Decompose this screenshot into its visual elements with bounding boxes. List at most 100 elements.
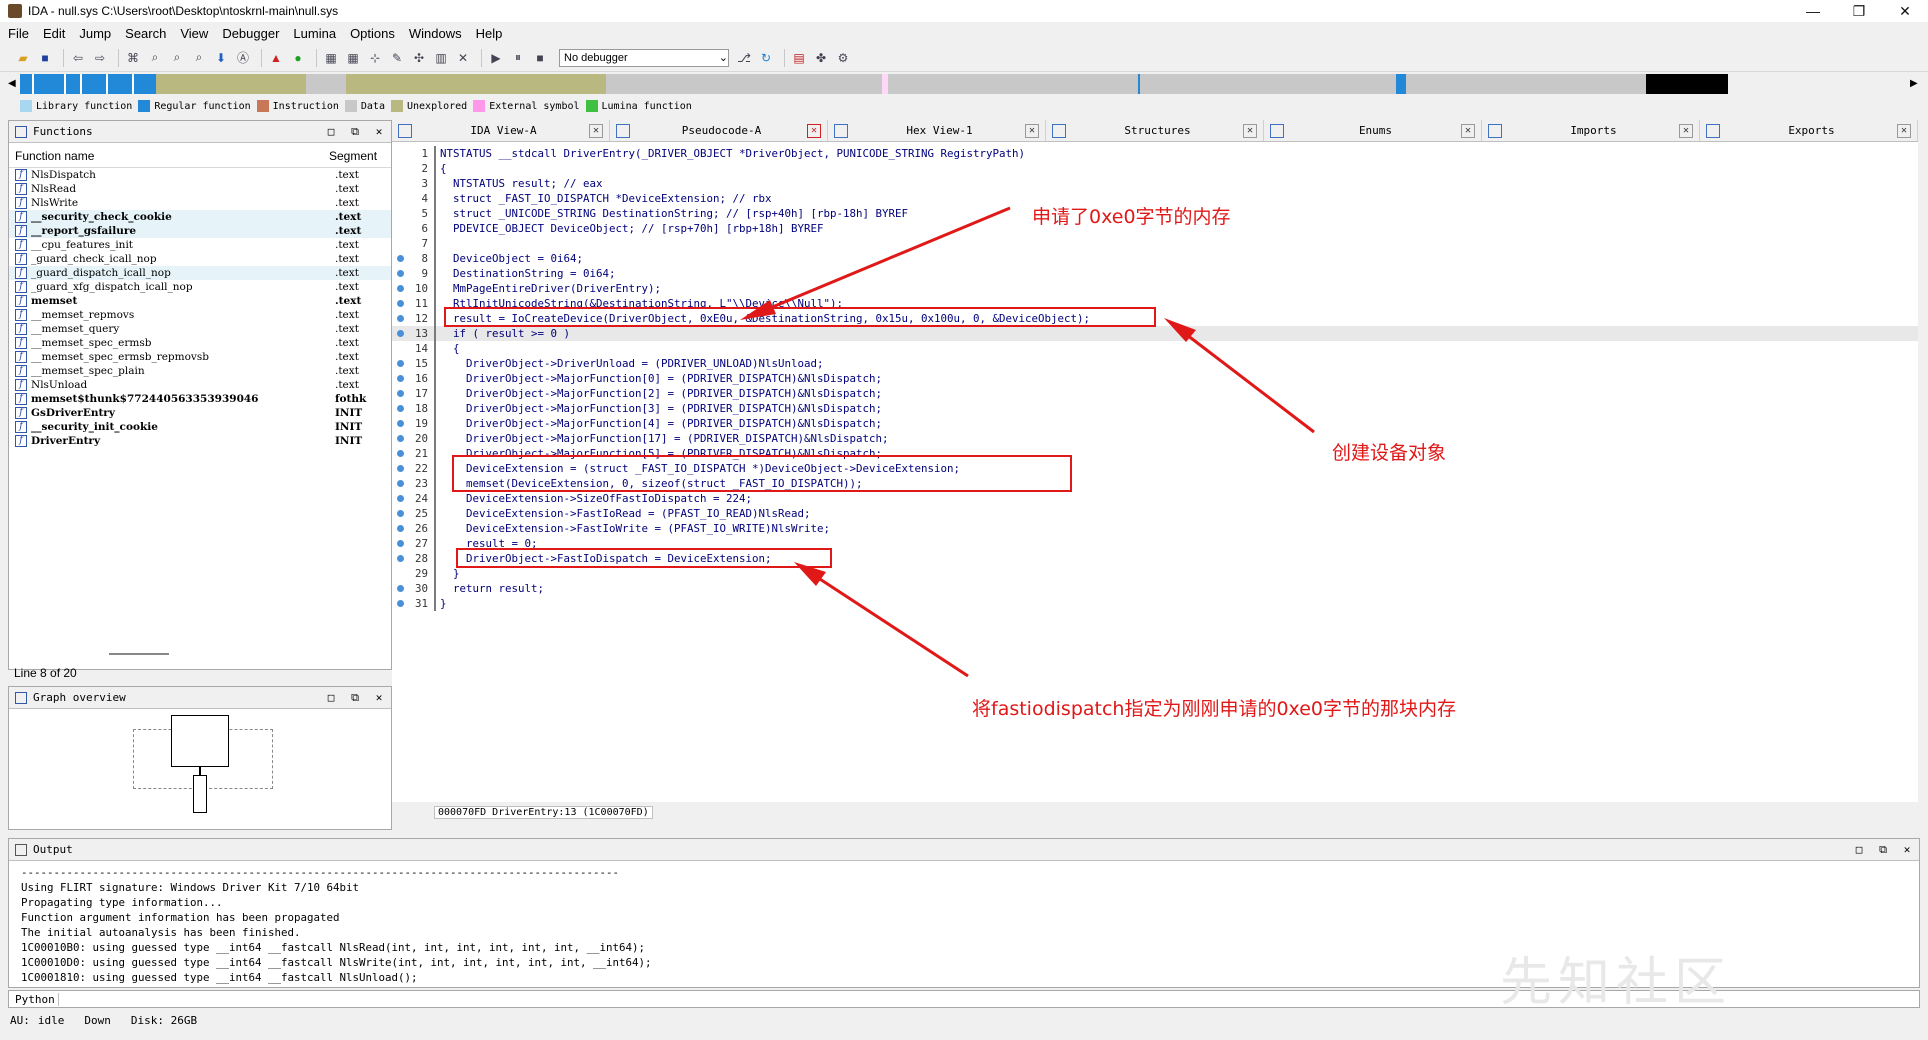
tracing-icon[interactable]: ✤ <box>812 49 830 67</box>
code-line[interactable]: 10 MmPageEntireDriver(DriverEntry); <box>392 281 1918 296</box>
menu-help[interactable]: Help <box>476 26 503 41</box>
code-line[interactable]: 15 DriverObject->DriverUnload = (PDRIVER… <box>392 356 1918 371</box>
breakpoint-dot[interactable] <box>392 465 408 472</box>
function-row[interactable]: f GsDriverEntry INIT <box>9 406 391 420</box>
function-row[interactable]: f __report_gsfailure .text <box>9 224 391 238</box>
code-line[interactable]: 20 DriverObject->MajorFunction[17] = (PD… <box>392 431 1918 446</box>
close-panel-icon[interactable]: ✕ <box>1895 843 1919 857</box>
code-line[interactable]: 17 DriverObject->MajorFunction[2] = (PDR… <box>392 386 1918 401</box>
float-panel-icon[interactable]: ⧉ <box>343 691 367 705</box>
function-row[interactable]: f NlsWrite .text <box>9 196 391 210</box>
function-row[interactable]: f memset .text <box>9 294 391 308</box>
graph-icon[interactable]: ⊹ <box>366 49 384 67</box>
breakpoint-dot[interactable] <box>392 495 408 502</box>
open-file-icon[interactable]: ▰ <box>14 49 32 67</box>
menu-lumina[interactable]: Lumina <box>293 26 336 41</box>
step-icon[interactable]: ↻ <box>757 49 775 67</box>
forward-icon[interactable]: ⇨ <box>91 49 109 67</box>
tab-enums[interactable]: Enums ✕ <box>1264 120 1482 141</box>
tab-close-icon[interactable]: ✕ <box>1461 123 1475 138</box>
tab-structures[interactable]: Structures ✕ <box>1046 120 1264 141</box>
stop-icon[interactable]: ■ <box>531 49 549 67</box>
code-line[interactable]: 7 <box>392 236 1918 251</box>
tab-hex-view-1[interactable]: Hex View-1 ✕ <box>828 120 1046 141</box>
menu-search[interactable]: Search <box>125 26 166 41</box>
code-line[interactable]: 18 DriverObject->MajorFunction[3] = (PDR… <box>392 401 1918 416</box>
menu-jump[interactable]: Jump <box>79 26 111 41</box>
menu-options[interactable]: Options <box>350 26 395 41</box>
close-panel-icon[interactable]: ✕ <box>367 125 391 139</box>
maximize-panel-icon[interactable]: □ <box>1847 843 1871 857</box>
jump-down-icon[interactable]: ⬇ <box>212 49 230 67</box>
maximize-panel-icon[interactable]: □ <box>319 125 343 139</box>
menu-debugger[interactable]: Debugger <box>222 26 279 41</box>
code-line[interactable]: 31} <box>392 596 1918 611</box>
menu-view[interactable]: View <box>180 26 208 41</box>
patch-icon[interactable]: ✎ <box>388 49 406 67</box>
code-line[interactable]: 29 } <box>392 566 1918 581</box>
navigation-band[interactable] <box>20 74 1908 94</box>
green-circle-icon[interactable]: ● <box>289 49 307 67</box>
run-icon[interactable]: ▶ <box>487 49 505 67</box>
code-line[interactable]: 19 DriverObject->MajorFunction[4] = (PDR… <box>392 416 1918 431</box>
function-row[interactable]: f DriverEntry INIT <box>9 434 391 448</box>
tab-exports[interactable]: Exports ✕ <box>1700 120 1918 141</box>
function-row[interactable]: f NlsDispatch .text <box>9 168 391 182</box>
function-row[interactable]: f _guard_check_icall_nop .text <box>9 252 391 266</box>
nav-right-arrow-icon[interactable]: ▶ <box>1910 74 1922 94</box>
tab-close-icon[interactable]: ✕ <box>807 123 821 138</box>
pause-icon[interactable]: ⏸ <box>509 49 527 67</box>
graph-node-main[interactable] <box>171 715 229 767</box>
function-row[interactable]: f NlsRead .text <box>9 182 391 196</box>
breakpoint-dot[interactable] <box>392 435 408 442</box>
search-next-icon[interactable]: ⌕ <box>190 49 208 67</box>
code-line[interactable]: 1 NTSTATUS __stdcall DriverEntry(_DRIVER_… <box>392 146 1918 161</box>
debugger-select[interactable]: No debugger ⌄ <box>559 48 729 67</box>
breakpoint-dot[interactable] <box>392 375 408 382</box>
add-segment-icon[interactable]: ▦ <box>322 49 340 67</box>
menu-windows[interactable]: Windows <box>409 26 462 41</box>
tab-close-icon[interactable]: ✕ <box>1897 123 1911 138</box>
function-row[interactable]: f memset$thunk$772440563353939046 fothk <box>9 392 391 406</box>
code-line[interactable]: 3 NTSTATUS result; // eax <box>392 176 1918 191</box>
breakpoint-dot[interactable] <box>392 270 408 277</box>
tab-pseudocode-a[interactable]: Pseudocode-A ✕ <box>610 120 828 141</box>
tab-ida-view-a[interactable]: IDA View-A ✕ <box>392 120 610 141</box>
breakpoint-dot[interactable] <box>392 480 408 487</box>
attach-icon[interactable]: ⎇ <box>735 49 753 67</box>
function-row[interactable]: f __security_check_cookie .text <box>9 210 391 224</box>
minimize-button[interactable]: — <box>1790 3 1836 19</box>
breakpoint-dot[interactable] <box>392 285 408 292</box>
breakpoint-dot[interactable] <box>392 585 408 592</box>
tab-close-icon[interactable]: ✕ <box>1243 123 1257 138</box>
code-line[interactable]: 9 DestinationString = 0i64; <box>392 266 1918 281</box>
breakpoint-dot[interactable] <box>392 255 408 262</box>
breakpoint-dot[interactable] <box>392 525 408 532</box>
breakpoint-dot[interactable] <box>392 390 408 397</box>
edit-icon[interactable]: ▥ <box>432 49 450 67</box>
code-line[interactable]: 13 if ( result >= 0 ) <box>392 326 1918 341</box>
tab-close-icon[interactable]: ✕ <box>1025 123 1039 138</box>
col-segment[interactable]: Segment <box>329 149 385 163</box>
code-line[interactable]: 16 DriverObject->MajorFunction[0] = (PDR… <box>392 371 1918 386</box>
maximize-panel-icon[interactable]: □ <box>319 691 343 705</box>
menu-edit[interactable]: Edit <box>43 26 65 41</box>
function-row[interactable]: f __cpu_features_init .text <box>9 238 391 252</box>
breakpoint-dot[interactable] <box>392 300 408 307</box>
python-label[interactable]: Python <box>9 992 59 1006</box>
breakpoint-dot[interactable] <box>392 600 408 607</box>
breakpoint-dot[interactable] <box>392 315 408 322</box>
breakpoint-dot[interactable] <box>392 510 408 517</box>
tab-close-icon[interactable]: ✕ <box>1679 123 1693 138</box>
code-line[interactable]: 14 { <box>392 341 1918 356</box>
breakpoint-dot[interactable] <box>392 450 408 457</box>
breakpoint-dot[interactable] <box>392 360 408 367</box>
col-function-name[interactable]: Function name <box>15 149 94 163</box>
menu-file[interactable]: File <box>8 26 29 41</box>
code-line[interactable]: 25 DeviceExtension->FastIoRead = (PFAST_… <box>392 506 1918 521</box>
breakpoint-dot[interactable] <box>392 540 408 547</box>
settings-icon[interactable]: ⚙ <box>834 49 852 67</box>
function-row[interactable]: f __memset_spec_ermsb_repmovsb .text <box>9 350 391 364</box>
binoculars-icon[interactable]: ⌘ <box>124 49 142 67</box>
breakpoints-icon[interactable]: ▤ <box>790 49 808 67</box>
